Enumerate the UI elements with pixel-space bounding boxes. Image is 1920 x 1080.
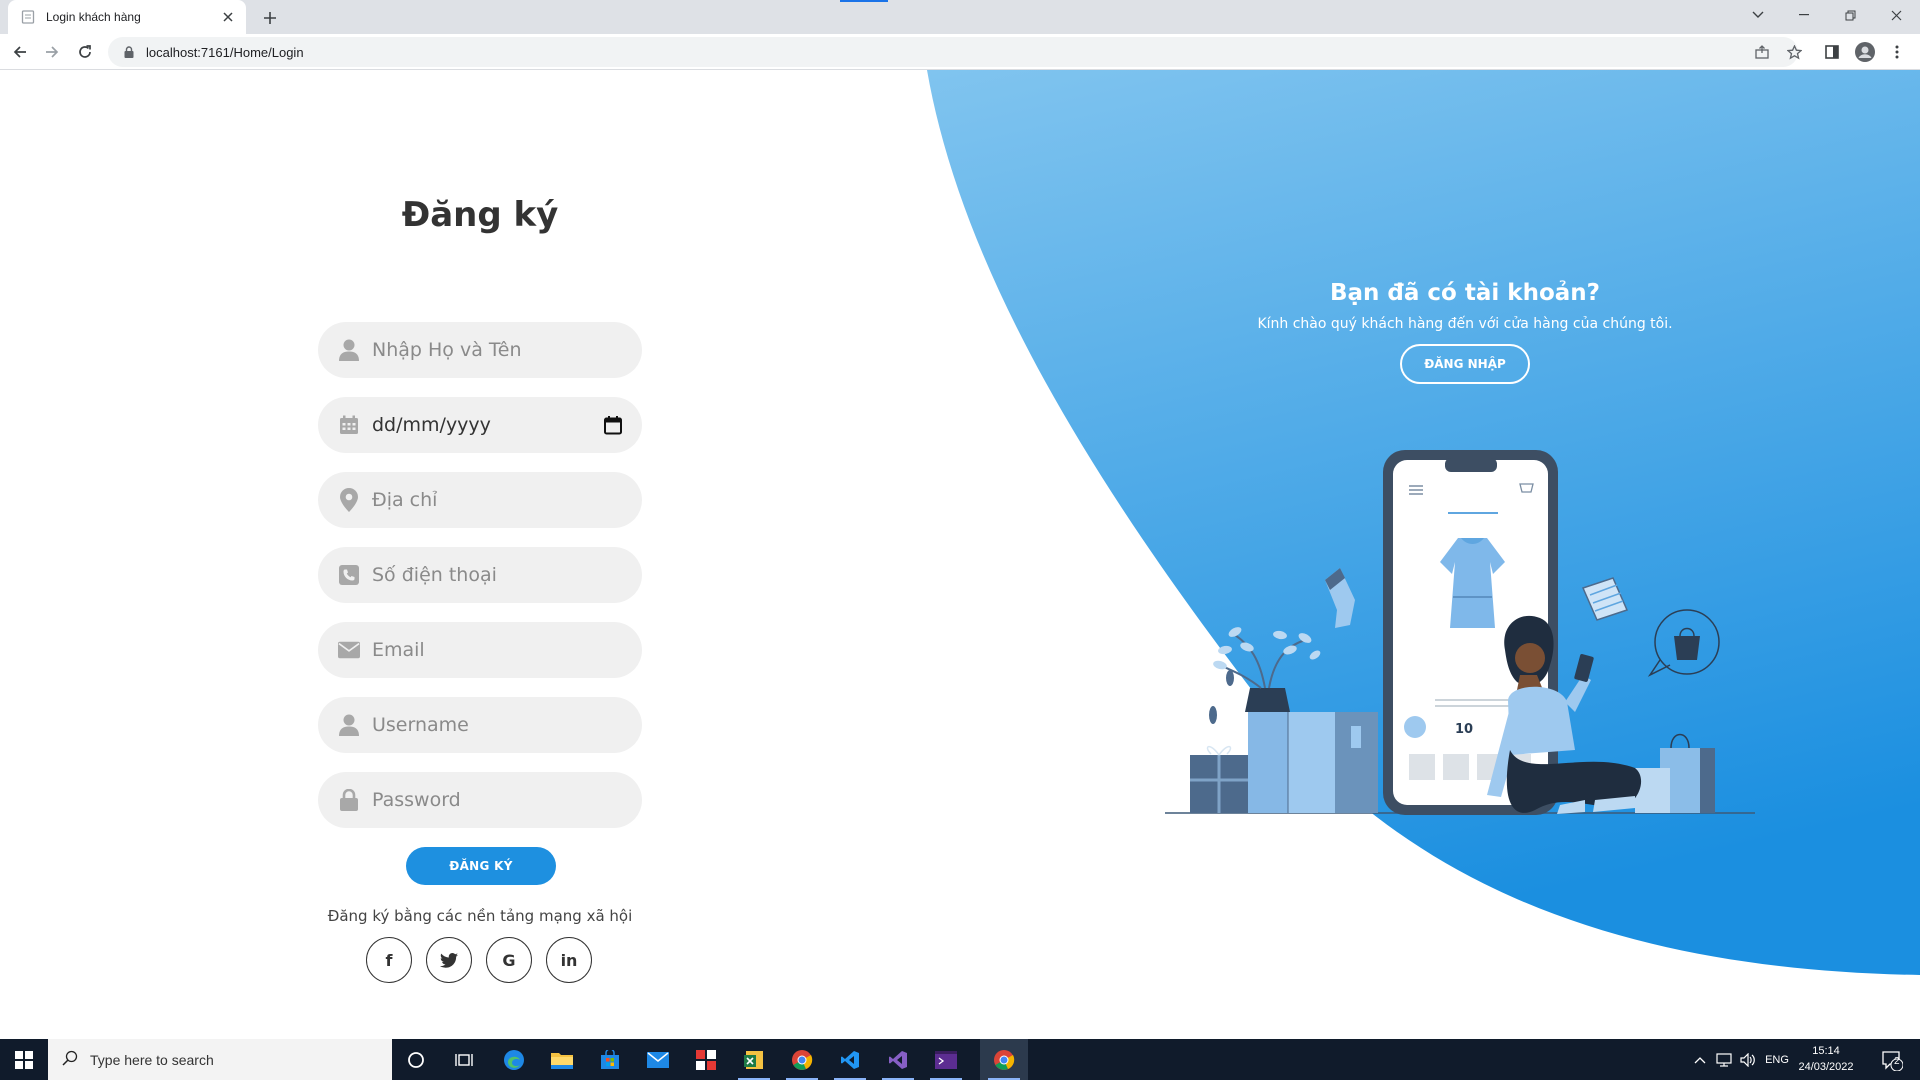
tab-title: Login khách hàng [46, 10, 141, 24]
page-icon [20, 9, 36, 25]
search-icon [62, 1050, 78, 1070]
network-icon[interactable] [1712, 1039, 1736, 1080]
new-tab-icon[interactable] [258, 7, 282, 29]
form-title: Đăng ký [401, 195, 559, 235]
username-field[interactable] [318, 697, 642, 753]
reload-icon[interactable] [73, 40, 97, 64]
task-view-icon[interactable] [440, 1039, 488, 1080]
linkedin-button[interactable]: in [546, 937, 592, 983]
phone-input[interactable] [372, 564, 624, 586]
back-arrow-icon[interactable] [8, 40, 32, 64]
page-content: Đăng ký dd/mm/yyyy [0, 70, 1920, 1039]
url-text: localhost:7161/Home/Login [146, 44, 304, 60]
taskbar-search-box[interactable]: Type here to search [48, 1039, 392, 1080]
star-icon[interactable] [1782, 40, 1806, 64]
volume-icon[interactable] [1736, 1039, 1760, 1080]
email-input[interactable] [372, 639, 624, 661]
chevron-up-icon[interactable] [1690, 1039, 1710, 1080]
vscode-icon[interactable] [826, 1039, 874, 1080]
password-field[interactable] [318, 772, 642, 828]
cortana-icon[interactable] [392, 1039, 440, 1080]
fullname-field[interactable] [318, 322, 642, 378]
browser-toolbar: localhost:7161/Home/Login [0, 34, 1920, 70]
mail-icon[interactable] [634, 1039, 682, 1080]
social-register-text: Đăng ký bằng các nền tảng mạng xã hội [327, 907, 633, 925]
loading-indicator [840, 0, 888, 2]
clock-time: 15:14 [1812, 1045, 1840, 1057]
register-button[interactable]: ĐĂNG KÝ [406, 847, 556, 885]
visual-studio-icon[interactable] [874, 1039, 922, 1080]
date-picker-icon[interactable] [602, 414, 624, 436]
phone-field[interactable] [318, 547, 642, 603]
share-icon[interactable] [1750, 40, 1774, 64]
address-input[interactable] [372, 489, 624, 511]
facebook-button[interactable]: f [366, 937, 412, 983]
address-bar[interactable]: localhost:7161/Home/Login [108, 37, 1798, 67]
google-button[interactable]: G [486, 937, 532, 983]
twitter-button[interactable] [426, 937, 472, 983]
profile-avatar-icon[interactable] [1853, 40, 1877, 64]
browser-tab-strip: Login khách hàng [0, 0, 1920, 34]
phone-price-label: 10 [1455, 722, 1473, 737]
phone-icon [338, 564, 360, 586]
user-icon [338, 714, 360, 736]
address-field[interactable] [318, 472, 642, 528]
envelope-icon [338, 639, 360, 661]
calendar-icon [338, 414, 360, 436]
fullname-input[interactable] [372, 339, 624, 361]
login-prompt-panel: Bạn đã có tài khoản? Kính chào quý khách… [1210, 280, 1720, 384]
restore-icon[interactable] [1827, 0, 1873, 30]
twitter-icon [440, 952, 458, 968]
menu-kebab-icon[interactable] [1885, 40, 1909, 64]
tab-search-icon[interactable] [1735, 0, 1781, 30]
store-icon[interactable] [586, 1039, 634, 1080]
browser-tab[interactable]: Login khách hàng [8, 0, 246, 34]
login-prompt-subtitle: Kính chào quý khách hàng đến với cửa hàn… [1257, 316, 1673, 332]
notification-center-icon[interactable]: 2 [1872, 1039, 1912, 1080]
file-explorer-icon[interactable] [538, 1039, 586, 1080]
user-icon [338, 339, 360, 361]
username-input[interactable] [372, 714, 624, 736]
terminal-icon[interactable] [922, 1039, 970, 1080]
windows-taskbar: Type here to search ENG 15:14 24/03/2022… [0, 1039, 1920, 1080]
login-prompt-title: Bạn đã có tài khoản? [1330, 280, 1600, 306]
excel-green-icon[interactable] [730, 1039, 778, 1080]
lock-icon [338, 789, 360, 811]
close-window-icon[interactable] [1873, 0, 1919, 30]
map-pin-icon [338, 488, 360, 512]
password-input[interactable] [372, 789, 624, 811]
edge-icon[interactable] [490, 1039, 538, 1080]
lock-icon[interactable] [122, 45, 136, 59]
email-field[interactable] [318, 622, 642, 678]
taskbar-clock[interactable]: 15:14 24/03/2022 [1790, 1043, 1862, 1075]
language-indicator[interactable]: ENG [1760, 1039, 1794, 1080]
notification-count: 2 [1894, 1056, 1900, 1067]
linkedin-icon: in [560, 950, 578, 970]
forward-arrow-icon[interactable] [40, 40, 64, 64]
close-tab-icon[interactable] [220, 9, 236, 25]
chrome-icon[interactable] [778, 1039, 826, 1080]
login-button[interactable]: ĐĂNG NHẬP [1400, 344, 1530, 384]
dob-input[interactable]: dd/mm/yyyy [372, 414, 602, 436]
clock-date: 24/03/2022 [1798, 1061, 1854, 1073]
minimize-icon[interactable] [1781, 0, 1827, 30]
search-placeholder: Type here to search [90, 1051, 214, 1068]
snipping-tool-icon[interactable] [682, 1039, 730, 1080]
social-buttons: f G in [366, 937, 596, 983]
side-panel-icon[interactable] [1820, 40, 1844, 64]
dob-field[interactable]: dd/mm/yyyy [318, 397, 642, 453]
facebook-icon: f [385, 950, 393, 970]
windows-start-icon[interactable] [0, 1039, 48, 1080]
google-icon: G [502, 950, 516, 970]
chrome-active-icon[interactable] [980, 1039, 1028, 1080]
shopping-illustration: 10 [1165, 450, 1755, 815]
